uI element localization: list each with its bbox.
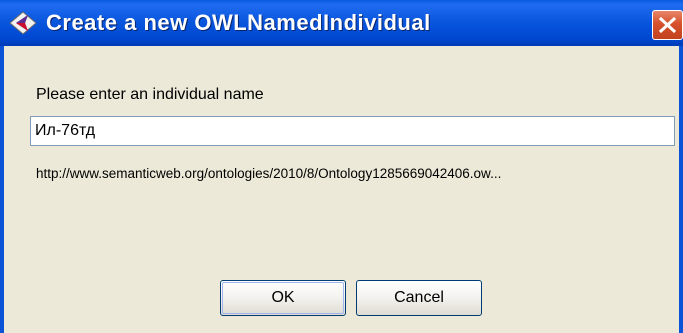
ok-button[interactable]: OK <box>220 280 346 316</box>
protege-diamond-icon <box>8 10 38 36</box>
window-title: Create a new OWLNamedIndividual <box>46 10 431 35</box>
close-button[interactable] <box>652 10 683 40</box>
dialog-content: Please enter an individual name http://w… <box>4 46 679 333</box>
window-border-right <box>679 46 683 333</box>
cancel-button[interactable]: Cancel <box>356 280 482 316</box>
title-bar[interactable]: Create a new OWLNamedIndividual <box>0 0 683 46</box>
create-individual-dialog: Create a new OWLNamedIndividual Please e… <box>0 0 683 333</box>
individual-name-input[interactable] <box>30 116 675 146</box>
iri-preview: http://www.semanticweb.org/ontologies/20… <box>36 166 502 181</box>
prompt-label: Please enter an individual name <box>36 86 264 103</box>
